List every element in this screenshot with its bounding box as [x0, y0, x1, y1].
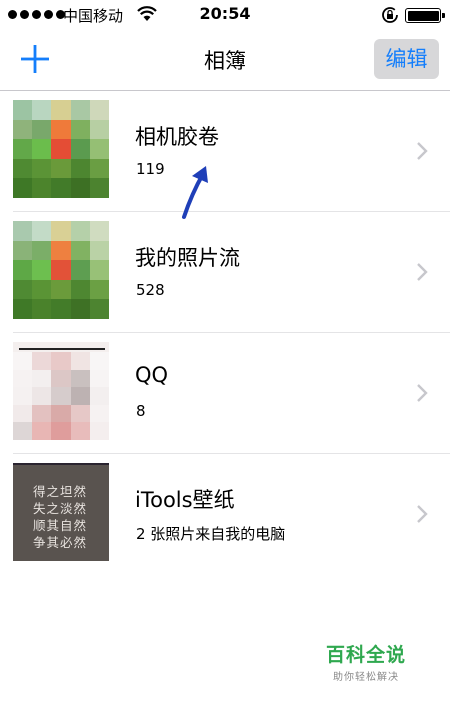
chevron-right-icon	[417, 142, 428, 160]
album-count: 528	[136, 281, 165, 299]
album-row-itools-wallpaper[interactable]: 得之坦然 失之淡然 顺其自然 争其必然 iTools壁纸 2 张照片来自我的电脑	[0, 454, 450, 575]
edit-button[interactable]: 编辑	[374, 39, 439, 79]
album-row-photo-stream[interactable]: 我的照片流 528	[0, 212, 450, 333]
battery-icon	[405, 8, 445, 23]
rotation-lock-icon	[382, 7, 398, 23]
blue-arrow-icon	[182, 166, 208, 219]
album-thumbnail	[13, 100, 109, 198]
chevron-right-icon	[417, 505, 428, 523]
watermark-brand: 百科全说	[326, 644, 407, 666]
navigation-bar: 相簿 编辑	[0, 30, 450, 91]
album-count: 119	[136, 160, 165, 178]
chevron-right-icon	[417, 384, 428, 402]
album-thumbnail	[13, 342, 109, 440]
status-bar: 中国移动 20:54	[0, 0, 450, 30]
album-thumbnail: 得之坦然 失之淡然 顺其自然 争其必然	[13, 463, 109, 561]
album-title: 相机胶卷	[135, 125, 219, 149]
album-count: 8	[136, 402, 146, 420]
album-title: QQ	[135, 363, 169, 387]
chevron-right-icon	[417, 263, 428, 281]
album-row-camera-roll[interactable]: 相机胶卷 119	[0, 91, 450, 212]
watermark: 百科全说 助你轻松解决	[326, 640, 406, 683]
album-title: 我的照片流	[135, 246, 240, 270]
album-row-qq[interactable]: QQ 8	[0, 333, 450, 454]
album-thumbnail	[13, 221, 109, 319]
poster-calligraphy: 得之坦然 失之淡然 顺其自然 争其必然	[33, 484, 88, 550]
watermark-tagline: 助你轻松解决	[333, 672, 399, 683]
battery-fill	[407, 10, 439, 21]
album-count: 2 张照片来自我的电脑	[136, 525, 286, 543]
album-title: iTools壁纸	[135, 488, 235, 512]
